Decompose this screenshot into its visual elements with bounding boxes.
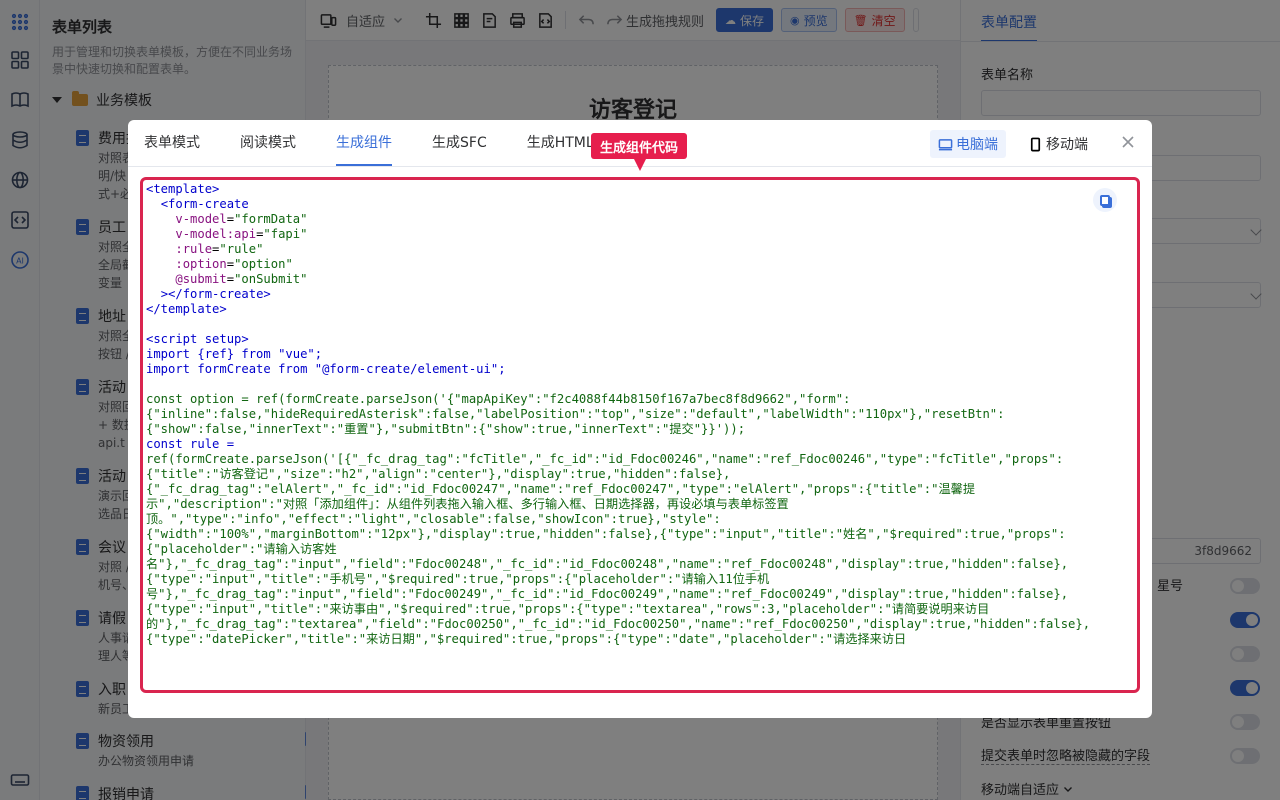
tab-form-mode[interactable]: 表单模式 <box>144 132 200 166</box>
code-attr: :option <box>175 257 227 271</box>
dialog-tabs: 表单模式 阅读模式 生成组件 生成SFC 生成HTML <box>144 120 634 166</box>
code-line: {"width":"100%","marginBottom":"12px"},"… <box>146 527 1066 541</box>
code-line: 的"},"_fc_drag_tag":"textarea","field":"F… <box>146 617 1091 631</box>
code-line: {"title":"访客登记","size":"h2","align":"cen… <box>146 467 731 481</box>
code-line: </template> <box>146 302 227 316</box>
desktop-toggle[interactable]: 电脑端 <box>930 130 1006 158</box>
code-line: 顶。","type":"info","effect":"light","clos… <box>146 512 721 526</box>
code-line: {"type":"input","title":"手机号","$required… <box>146 572 770 586</box>
code-line: ref(formCreate.parseJson('[{"_fc_drag_ta… <box>146 452 1064 466</box>
code-line: ></form-create> <box>160 287 271 301</box>
code-line: <form-create <box>160 197 249 211</box>
mobile-toggle[interactable]: 移动端 <box>1020 130 1096 158</box>
code-line: 号"},"_fc_drag_tag":"input","field":"Fdoc… <box>146 587 1069 601</box>
mobile-label: 移动端 <box>1046 137 1088 153</box>
tab-generate-html[interactable]: 生成HTML <box>527 132 594 166</box>
tab-generate-sfc[interactable]: 生成SFC <box>432 132 487 166</box>
close-icon[interactable] <box>1120 134 1136 150</box>
code-content: <template> <form-create v-model="formDat… <box>146 182 1091 646</box>
code-attr-value: "fapi" <box>263 227 308 241</box>
annotation-callout: 生成组件代码 <box>591 133 688 171</box>
tab-generate-component[interactable]: 生成组件 <box>336 132 392 166</box>
code-attr: v-model:api <box>175 227 257 241</box>
code-attr-value: "option" <box>234 257 293 271</box>
code-line: {"type":"input","title":"来访事由","$require… <box>146 602 990 616</box>
code-attr-value: "onSubmit" <box>234 272 308 286</box>
code-line: const option = ref(formCreate.parseJson(… <box>146 392 851 406</box>
tab-read-mode[interactable]: 阅读模式 <box>240 132 296 166</box>
code-line: 示","description":"对照「添加组件」：从组件列表拖入输入框、多行… <box>146 497 789 511</box>
desktop-label: 电脑端 <box>956 137 998 153</box>
code-line: <script setup> <box>146 332 249 346</box>
monitor-icon <box>938 138 953 150</box>
phone-icon <box>1030 137 1041 151</box>
code-line: {"show":false,"innerText":"重置"},"submitB… <box>146 422 746 436</box>
code-attr: v-model <box>175 212 227 226</box>
code-line: import {ref} from "vue"; <box>146 347 323 361</box>
code-attr-value: "formData" <box>234 212 308 226</box>
code-line: {"inline":false,"hideRequiredAsterisk":f… <box>146 407 1005 421</box>
code-line: 名"},"_fc_drag_tag":"input","field":"Fdoc… <box>146 557 1069 571</box>
code-block[interactable]: <template> <form-create v-model="formDat… <box>140 177 1140 693</box>
code-attr-value: "rule" <box>219 242 264 256</box>
code-attr: @submit <box>175 272 227 286</box>
code-dialog: 表单模式 阅读模式 生成组件 生成SFC 生成HTML 电脑端 移动端 <tem… <box>128 120 1152 718</box>
code-line: <template> <box>146 182 220 196</box>
code-line: {"placeholder":"请输入访客姓 <box>146 542 337 556</box>
code-line: {"_fc_drag_tag":"elAlert","_fc_id":"id_F… <box>146 482 976 496</box>
code-line: const rule = <box>146 437 235 451</box>
code-line: import formCreate from "@form-create/ele… <box>146 362 506 376</box>
code-attr: :rule <box>175 242 213 256</box>
code-line: {"type":"datePicker","title":"来访日期","$re… <box>146 632 907 646</box>
